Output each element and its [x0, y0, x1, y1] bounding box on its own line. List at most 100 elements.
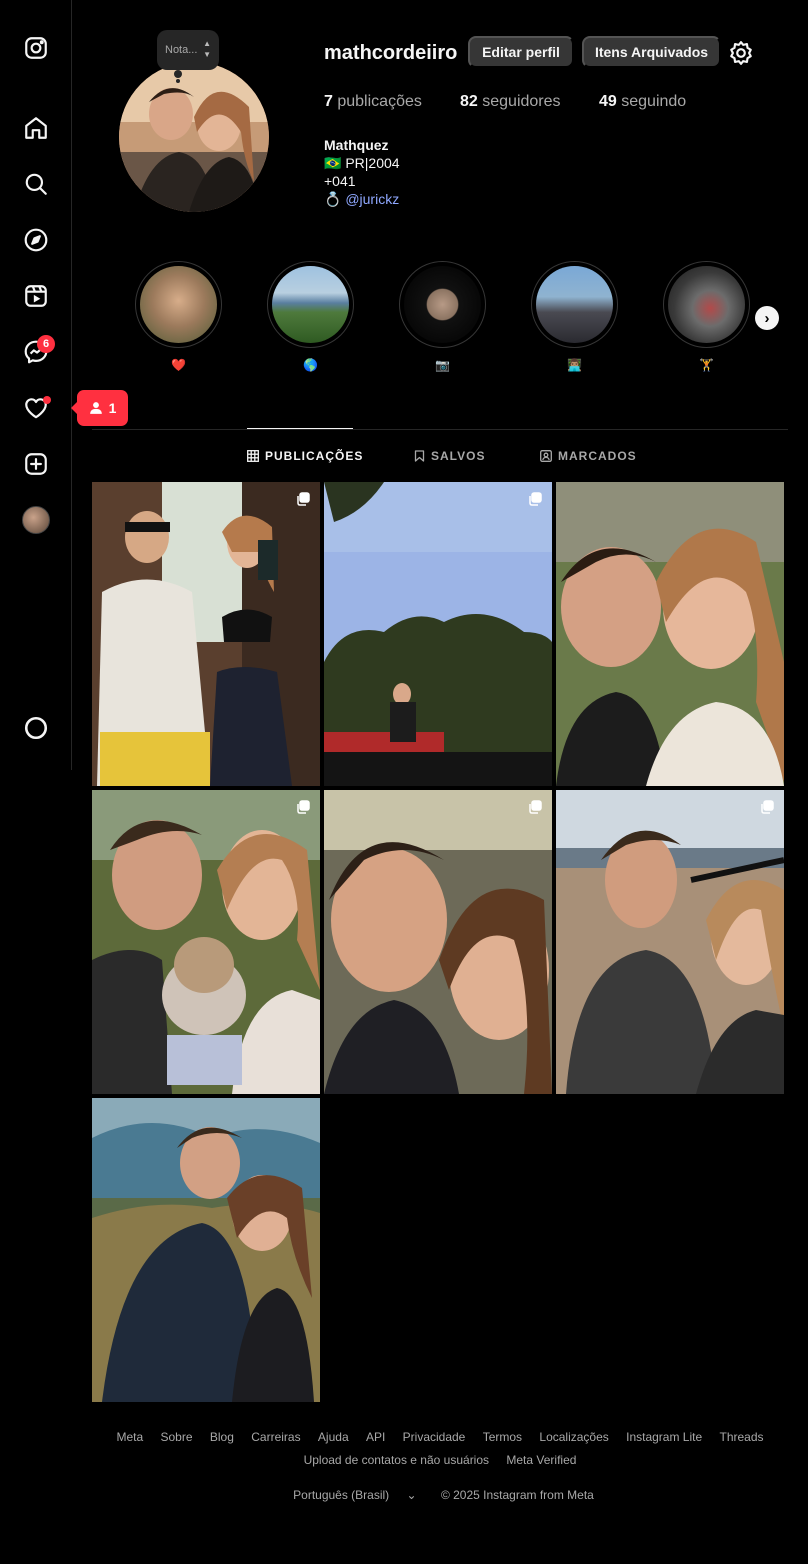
note-bubble[interactable]: Nota... ▲ ▼ — [157, 30, 219, 70]
footer-link[interactable]: Instagram Lite — [626, 1430, 702, 1444]
bookmark-icon — [414, 450, 425, 462]
followers-label: seguidores — [482, 93, 561, 110]
highlight-label: 🏋️ — [699, 358, 714, 372]
profile-avatar[interactable] — [22, 506, 50, 534]
bio: Mathquez 🇧🇷 PR|2004 +041 💍 @jurickz — [324, 136, 400, 208]
highlight-5[interactable]: 🏋️ — [663, 261, 750, 372]
footer-link[interactable]: Meta — [116, 1430, 143, 1444]
footer-link[interactable]: Ajuda — [318, 1430, 349, 1444]
instagram-logo-icon[interactable] — [22, 34, 50, 62]
gear-icon[interactable] — [728, 40, 754, 66]
reels-icon[interactable] — [22, 282, 50, 310]
highlight-4[interactable]: 👨🏽‍💻 — [531, 261, 618, 372]
post-1[interactable] — [92, 482, 320, 786]
bio-line-2: +041 — [324, 173, 356, 189]
bio-mention-link[interactable]: @jurickz — [345, 191, 399, 207]
copyright: © 2025 Instagram from Meta — [440, 1488, 594, 1502]
edit-profile-button[interactable]: Editar perfil — [468, 36, 574, 68]
following-count: 49 — [599, 93, 617, 110]
footer-link[interactable]: API — [366, 1430, 385, 1444]
chevron-down-icon: ⌄ — [406, 1488, 417, 1502]
highlight-1[interactable]: ❤️ — [135, 261, 222, 372]
multiple-photos-icon — [529, 492, 542, 506]
tab-tagged[interactable]: MARCADOS — [540, 449, 637, 463]
tab-tagged-label: MARCADOS — [558, 449, 637, 463]
highlight-cover — [668, 266, 745, 343]
highlight-3[interactable]: 📷 — [399, 261, 486, 372]
highlight-2[interactable]: 🌎 — [267, 261, 354, 372]
footer-link[interactable]: Threads — [720, 1430, 764, 1444]
bio-line-3: 💍 @jurickz — [324, 190, 400, 208]
create-icon[interactable] — [22, 450, 50, 478]
tag-user-icon — [540, 450, 552, 462]
footer-link[interactable]: Carreiras — [251, 1430, 300, 1444]
highlight-cover — [536, 266, 613, 343]
footer-links-row-2: Upload de contatos e não usuários Meta V… — [92, 1453, 788, 1467]
highlight-label: 📷 — [435, 358, 450, 372]
footer-link[interactable]: Blog — [210, 1430, 234, 1444]
sidebar: 6 1 — [0, 0, 128, 770]
followers-stat[interactable]: 82 seguidores — [460, 93, 561, 111]
multiple-photos-icon — [297, 492, 310, 506]
notification-dot — [43, 396, 51, 404]
note-tail-small — [176, 79, 180, 83]
explore-icon[interactable] — [22, 226, 50, 254]
highlight-cover — [272, 266, 349, 343]
posts-count: 7 — [324, 93, 333, 110]
followers-count: 82 — [460, 93, 478, 110]
language-label: Português (Brasil) — [293, 1488, 390, 1502]
profile-picture[interactable] — [119, 62, 269, 212]
footer-link[interactable]: Meta Verified — [506, 1453, 576, 1467]
footer-link[interactable]: Sobre — [160, 1430, 192, 1444]
highlight-label: ❤️ — [171, 358, 186, 372]
tab-saved[interactable]: SALVOS — [414, 449, 485, 463]
highlight-label: 🌎 — [303, 358, 318, 372]
home-icon[interactable] — [22, 114, 50, 142]
following-label: seguindo — [621, 93, 687, 110]
highlight-label: 👨🏽‍💻 — [567, 358, 582, 372]
post-2[interactable] — [324, 482, 552, 786]
multiple-photos-icon — [761, 800, 774, 814]
tabs-divider — [92, 429, 788, 430]
post-3[interactable] — [556, 482, 784, 786]
post-7[interactable] — [92, 1098, 320, 1402]
highlight-cover — [404, 266, 481, 343]
posts-stat: 7 publicações — [324, 93, 422, 111]
highlight-ring — [531, 261, 618, 348]
chevron-right-icon[interactable]: › — [755, 306, 779, 330]
footer-link[interactable]: Termos — [483, 1430, 522, 1444]
user-icon — [89, 402, 102, 414]
post-6[interactable] — [556, 790, 784, 1094]
archived-items-button[interactable]: Itens Arquivados — [582, 36, 721, 68]
highlight-ring — [663, 261, 750, 348]
post-5[interactable] — [324, 790, 552, 1094]
post-4[interactable] — [92, 790, 320, 1094]
threads-icon[interactable] — [22, 714, 50, 742]
active-tab-indicator — [247, 428, 353, 429]
username: mathcordeiiro — [324, 42, 458, 64]
notification-count: 1 — [108, 400, 117, 416]
footer-bottom: Português (Brasil) ⌄ © 2025 Instagram fr… — [92, 1488, 788, 1502]
notification-popup[interactable]: 1 — [71, 390, 128, 426]
search-icon[interactable] — [22, 170, 50, 198]
note-tail — [174, 70, 182, 78]
bio-name: Mathquez — [324, 137, 389, 153]
messages-badge: 6 — [37, 335, 55, 353]
ring-emoji: 💍 — [324, 191, 342, 207]
note-arrows-icon: ▲ ▼ — [203, 39, 211, 59]
posts-label: publicações — [337, 93, 422, 110]
highlight-ring — [399, 261, 486, 348]
footer-link[interactable]: Localizações — [539, 1430, 608, 1444]
highlight-ring — [135, 261, 222, 348]
highlight-cover — [140, 266, 217, 343]
footer-links-row-1: Meta Sobre Blog Carreiras Ajuda API Priv… — [92, 1430, 788, 1444]
tab-saved-label: SALVOS — [431, 449, 486, 463]
multiple-photos-icon — [529, 800, 542, 814]
footer-link[interactable]: Upload de contatos e não usuários — [304, 1453, 489, 1467]
tab-posts-label: PUBLICAÇÕES — [265, 449, 364, 463]
note-placeholder: Nota... — [165, 44, 198, 56]
tab-posts[interactable]: PUBLICAÇÕES — [247, 449, 363, 463]
footer-link[interactable]: Privacidade — [403, 1430, 466, 1444]
following-stat[interactable]: 49 seguindo — [599, 93, 686, 111]
language-selector[interactable]: Português (Brasil) ⌄ — [286, 1488, 423, 1502]
